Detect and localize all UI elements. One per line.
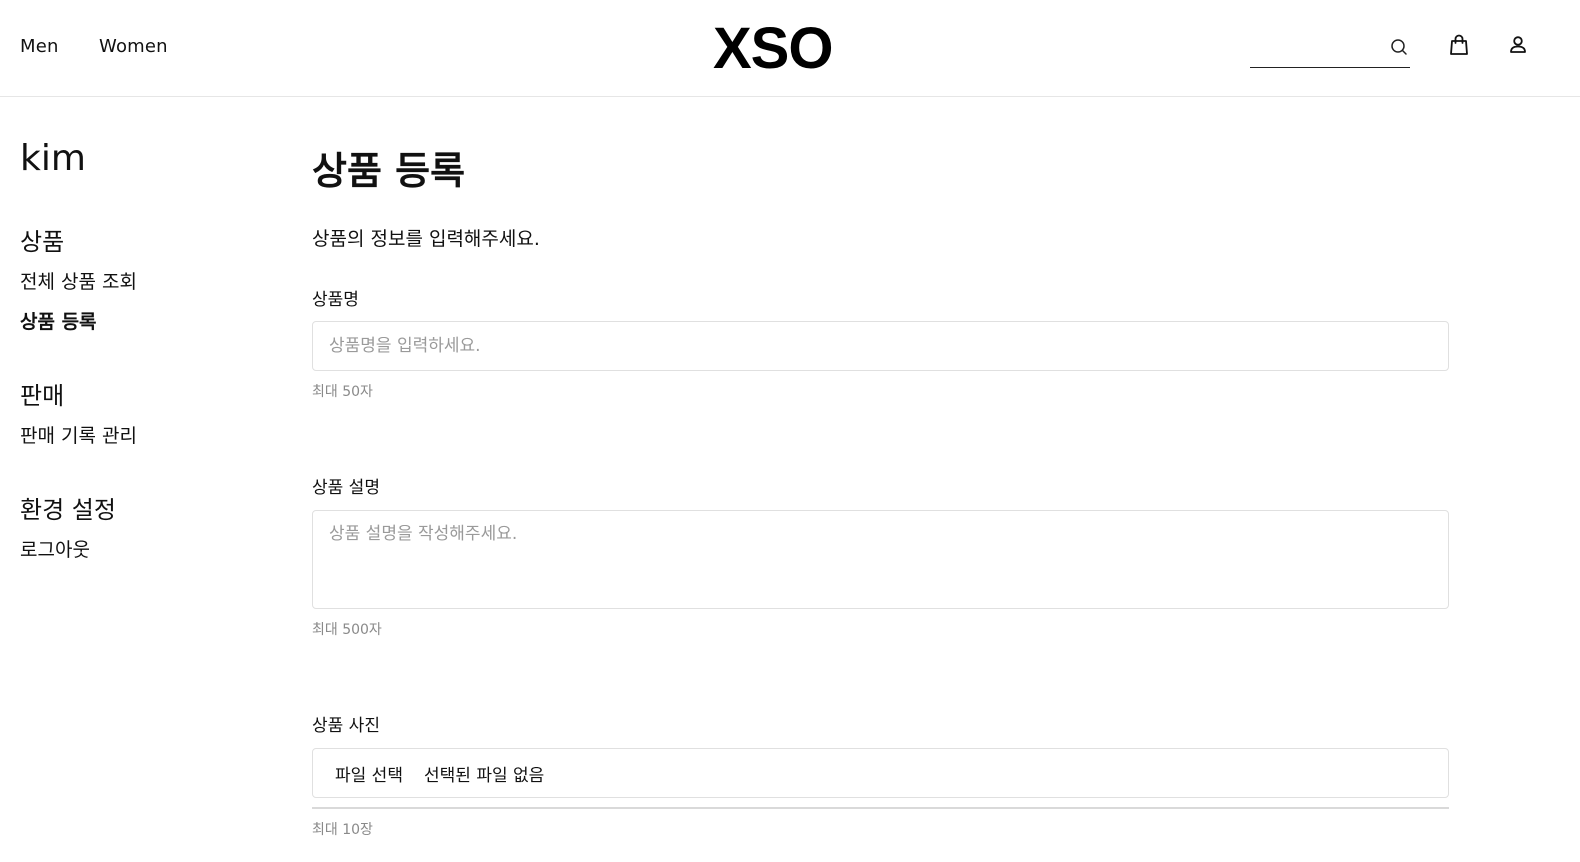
product-description-hint: 최대 500자 (312, 622, 382, 638)
product-name-hint: 최대 50자 (312, 384, 373, 400)
product-photos-hint: 최대 10장 (312, 822, 373, 838)
nav-men-link[interactable]: Men (20, 36, 59, 57)
sidebar-section-sales: 판매 (20, 382, 65, 410)
product-description-label: 상품 설명 (312, 478, 380, 498)
sidebar-item-sales-history[interactable]: 판매 기록 관리 (20, 421, 137, 448)
file-upload-field[interactable]: 파일 선택 선택된 파일 없음 (312, 748, 1449, 798)
page-title: 상품 등록 (312, 149, 466, 193)
site-header: Men Women XSO (0, 0, 1580, 97)
shopping-bag-icon[interactable] (1448, 33, 1470, 57)
product-name-label: 상품명 (312, 290, 359, 310)
sidebar-section-settings: 환경 설정 (20, 496, 116, 524)
choose-file-button[interactable]: 파일 선택 (335, 761, 403, 786)
product-photos-label: 상품 사진 (312, 716, 380, 736)
product-name-input[interactable] (312, 321, 1449, 371)
page-description: 상품의 정보를 입력해주세요. (312, 228, 540, 250)
search-input[interactable] (1250, 30, 1380, 66)
search-icon[interactable] (1389, 37, 1409, 57)
file-status-text: 선택된 파일 없음 (424, 766, 545, 786)
sidebar-item-register-product[interactable]: 상품 등록 (20, 307, 97, 334)
sidebar-section-products: 상품 (20, 228, 65, 256)
site-logo[interactable]: XSO (713, 14, 837, 84)
nav-women-link[interactable]: Women (99, 36, 168, 57)
sidebar-item-logout[interactable]: 로그아웃 (20, 535, 90, 562)
username: kim (20, 138, 86, 179)
divider (312, 807, 1449, 809)
search-bar (1250, 30, 1410, 68)
product-description-textarea[interactable] (312, 510, 1449, 609)
sidebar-item-all-products[interactable]: 전체 상품 조회 (20, 267, 137, 294)
user-icon[interactable] (1508, 34, 1528, 56)
